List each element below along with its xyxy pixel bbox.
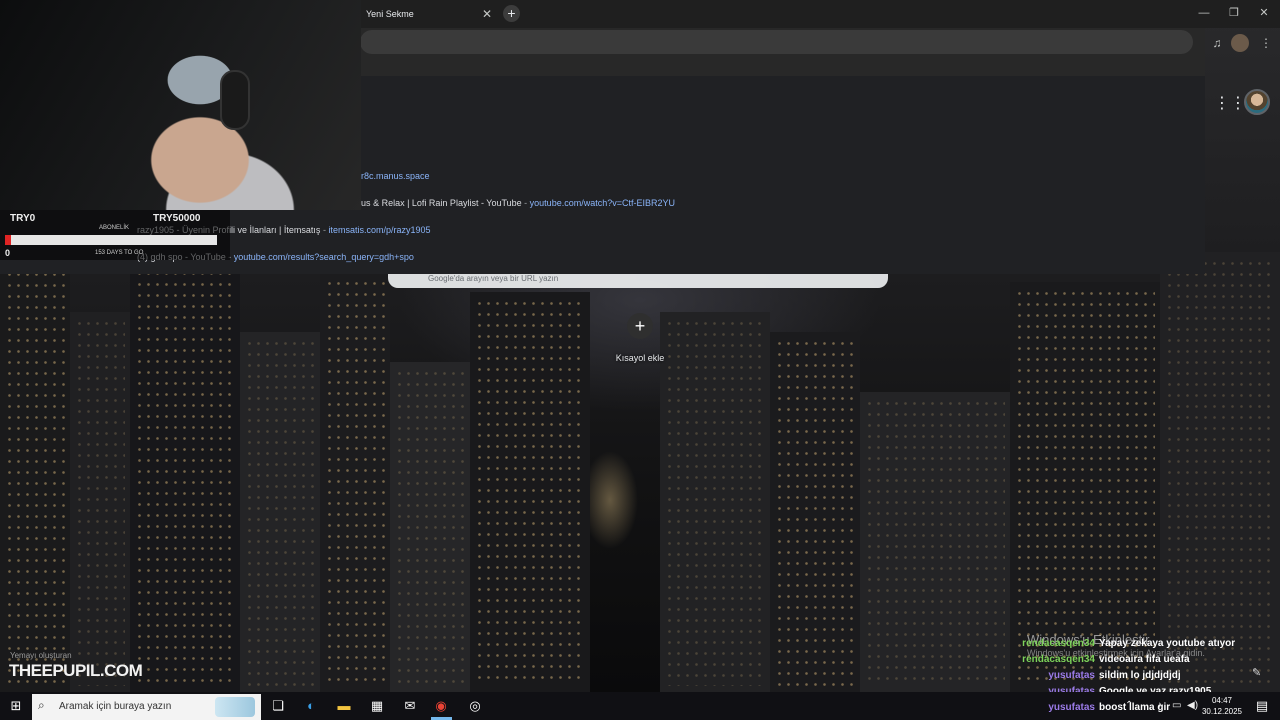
chat-message: rendacasqen34 Yapay zekaya youtube atıyor [1000,638,1235,654]
add-shortcut-button[interactable]: + [627,313,653,339]
chat-message: rendacasqen34 videoaira fifa ueafa [1000,654,1190,670]
webcam-feed [0,0,361,210]
clock-time: 04:47 [1211,696,1233,705]
suggestion-url: youtube.com/watch?v=Ctf-EIBR2YU [529,198,675,208]
taskbar-clock[interactable]: 04:47 30.12.2025 [1200,695,1244,717]
watermark-caption: Yemayı oluşturan [10,651,72,660]
restore-icon[interactable]: ❐ [1223,4,1245,22]
chrome-icon[interactable]: ◉ [431,696,451,716]
network-icon[interactable]: ▭ [1172,700,1181,711]
store-icon[interactable]: ▦ [367,696,387,716]
goal-progress-fill [5,235,12,245]
goal-count: 0 [5,248,11,258]
add-shortcut-label: Kısayol ekle [615,353,665,363]
file-explorer-icon[interactable]: ▬ [334,696,354,716]
channel-watermark: THEEPUPIL.COM [9,661,143,680]
profile-icon[interactable] [1231,34,1249,52]
app-icon[interactable]: ◎ [465,696,485,716]
mail-icon[interactable]: ✉ [400,696,420,716]
notification-icon[interactable]: ▤ [1252,696,1272,716]
chat-username: yusufatas [1048,670,1095,681]
clock-date: 30.12.2025 [1201,707,1243,716]
chat-text: sildim lo jdjdjdjdj [1099,670,1181,681]
chat-text: boost llama gir [1099,702,1171,713]
edge-icon[interactable]: ◐ [301,696,321,716]
suggestion-url: itemsatis.com/p/razy1905 [328,225,431,235]
goal-start-label: TRY0 [10,213,36,224]
close-icon[interactable]: ✕ [480,7,494,21]
pen-icon[interactable]: ✎ [1252,666,1261,679]
media-control-icon[interactable]: ♫ [1208,34,1226,52]
chat-message: yusufatas boost llama gir [1000,702,1170,718]
suggestion-url: youtube.com/results?search_query=gdh+spo [233,252,414,262]
goal-target-label: TRY50000 [153,213,201,224]
chat-text: videoaira fifa ueafa [1099,654,1190,665]
taskbar-search-input[interactable]: ⌕ Aramak için buraya yazın [32,694,261,720]
chat-username: yusufatas [1048,702,1095,713]
subscription-label: ABONELİK [99,225,130,231]
address-bar[interactable] [360,30,1193,54]
plus-icon: + [634,316,646,336]
chat-username: rendacasqen34 [1022,654,1095,665]
windows-start-icon[interactable]: ⊞ [6,696,26,716]
chat-username: rendacasqen34 [1022,638,1095,649]
google-apps-icon[interactable]: ⋮⋮ [1214,93,1246,113]
headphone-shape [220,70,250,130]
search-highlight-image [215,697,255,717]
plus-icon: + [507,5,516,21]
task-view-icon[interactable]: ❏ [268,696,288,716]
tab-new-tab[interactable]: Yeni Sekme ✕ [356,2,498,28]
days-to-go-label: 153 DAYS TO GO [95,250,144,256]
tab-title: Yeni Sekme [366,9,414,19]
minimize-icon[interactable]: — [1193,4,1215,22]
ntp-search-input[interactable]: Google'da arayın veya bir URL yazın [388,274,888,288]
chat-text: Yapay zekaya youtube atıyor [1099,638,1236,649]
volume-icon[interactable]: ◀) [1187,700,1198,711]
avatar[interactable] [1244,89,1270,115]
window-close-icon[interactable]: ✕ [1253,4,1275,22]
search-icon: ⌕ [38,698,45,712]
chat-message: yusufatas sildim lo jdjdjdjdj [1000,670,1181,686]
goal-progress-bar [5,235,217,245]
new-tab-button[interactable]: + [503,5,520,22]
menu-kebab-icon[interactable]: ⋮ [1257,34,1275,52]
